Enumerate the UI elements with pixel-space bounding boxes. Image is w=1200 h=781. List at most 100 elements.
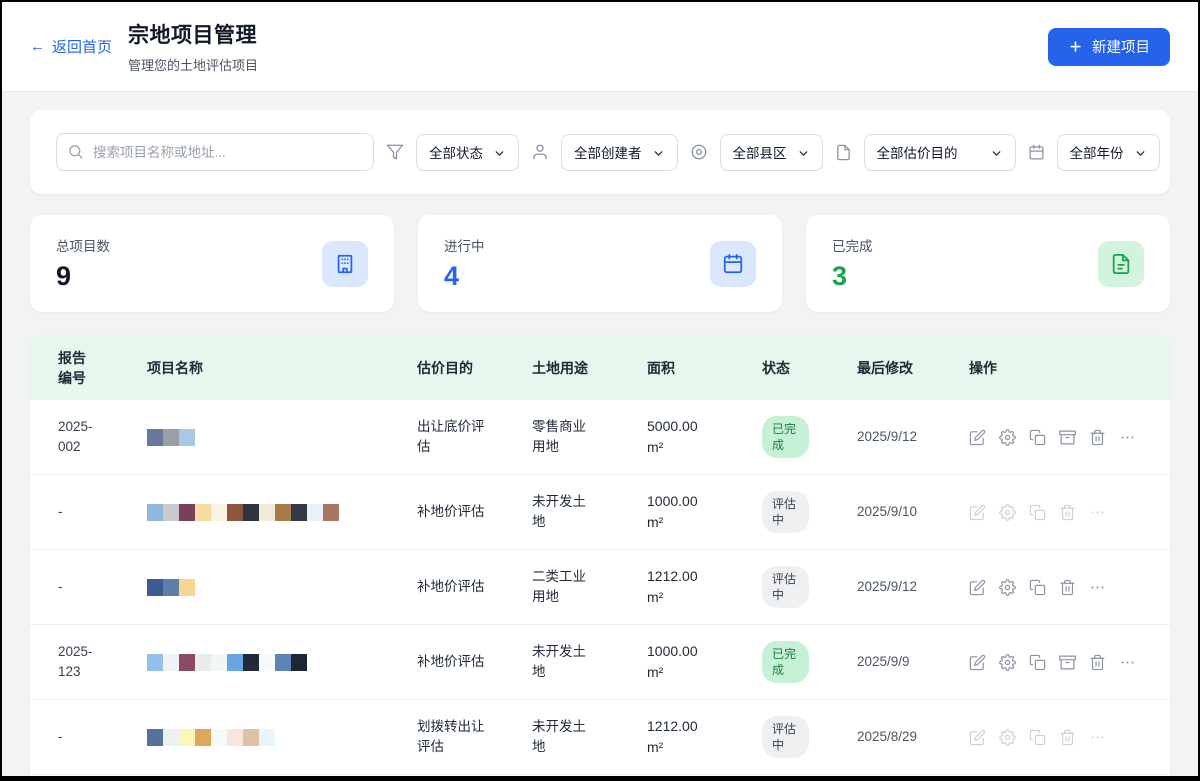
redacted-project-name [147,654,403,671]
copy-icon [1029,579,1046,596]
row-actions [969,504,1170,521]
page-subtitle: 管理您的土地评估项目 [128,55,258,74]
status-filter-select[interactable]: 全部状态 [416,134,519,171]
table-body: 2025-002 出让底价评估 零售商业用地 5000.00 m² 已完成 20… [30,400,1170,775]
delete-button[interactable] [1089,654,1106,671]
edit-icon [969,579,986,596]
edit-icon [969,429,986,446]
delete-trash-icon [1059,504,1076,521]
purpose-filter-value: 全部估价目的 [877,142,958,162]
area-cell: 5000.00 m² [647,416,762,458]
settings-gear-icon [999,654,1016,671]
edit-button[interactable] [969,654,986,671]
copy-button[interactable] [1029,654,1046,671]
name-block [195,504,211,521]
area-unit: m² [647,512,748,533]
last-modified: 2025/9/10 [857,502,969,522]
edit-button[interactable] [969,429,986,446]
name-block [291,504,307,521]
more-button[interactable] [1119,429,1136,446]
project-name-cell [147,579,417,596]
back-link-label: 返回首页 [52,36,112,57]
land-use: 未开发土地 [532,492,606,533]
district-filter-value: 全部县区 [733,142,787,162]
file-icon [835,144,852,161]
delete-button[interactable] [1059,579,1076,596]
name-block [163,654,179,671]
purpose-filter-select[interactable]: 全部估价目的 [864,134,1016,171]
settings-button[interactable] [999,654,1016,671]
archive-button[interactable] [1059,429,1076,446]
column-header-actions: 操作 [969,358,1170,378]
edit-icon [969,729,986,746]
settings-gear-icon [999,579,1016,596]
filter-funnel-icon [386,143,404,161]
archive-icon [1059,654,1076,671]
chevron-down-icon [493,147,506,160]
name-block [147,654,163,671]
name-block [243,729,259,746]
project-name-cell [147,654,417,671]
filter-bar: 全部状态 全部创建者 全部县区 全部估价目的 [30,110,1170,194]
edit-button [969,504,986,521]
valuation-purpose: 划拨转出让评估 [417,717,505,758]
copy-button[interactable] [1029,429,1046,446]
more-button[interactable] [1089,579,1106,596]
chevron-down-icon [1134,147,1147,160]
name-block [163,729,179,746]
stat-card-in-progress: 进行中 4 [418,215,782,312]
edit-button[interactable] [969,579,986,596]
status-badge: 评估中 [762,716,809,758]
projects-table: 报告编号 项目名称 估价目的 土地用途 面积 状态 最后修改 操作 2025-0… [30,336,1170,776]
row-actions [969,729,1170,746]
name-block [195,654,211,671]
name-block [227,729,243,746]
status-filter-value: 全部状态 [429,142,483,162]
name-block [195,729,211,746]
table-row: 2025-002 出让底价评估 零售商业用地 5000.00 m² 已完成 20… [30,400,1170,475]
file-text-icon [1098,241,1144,287]
name-block [275,654,291,671]
copy-button[interactable] [1029,579,1046,596]
year-filter-select[interactable]: 全部年份 [1057,134,1160,171]
delete-button [1059,729,1076,746]
column-header-report-no: 报告编号 [58,348,108,389]
valuation-purpose: 出让底价评估 [417,417,505,458]
settings-button[interactable] [999,429,1016,446]
status-badge: 评估中 [762,566,809,608]
settings-button[interactable] [999,579,1016,596]
more-ellipsis-icon [1089,729,1106,746]
more-ellipsis-icon [1089,579,1106,596]
settings-button [999,729,1016,746]
search-input[interactable] [56,133,374,171]
name-block [211,504,227,521]
delete-trash-icon [1089,654,1106,671]
name-block [227,654,243,671]
column-header-status: 状态 [762,358,857,378]
valuation-purpose: 补地价评估 [417,577,505,597]
more-button[interactable] [1119,654,1136,671]
more-ellipsis-icon [1089,504,1106,521]
archive-icon [1059,429,1076,446]
area-cell: 1000.00 m² [647,641,762,683]
land-use: 未开发土地 [532,642,606,683]
copy-icon [1029,729,1046,746]
column-header-project-name: 项目名称 [147,358,417,378]
redacted-project-name [147,729,403,746]
calendar-icon [1028,144,1045,161]
creator-filter-select[interactable]: 全部创建者 [561,134,678,171]
valuation-purpose: 补地价评估 [417,652,505,672]
new-project-button[interactable]: 新建项目 [1048,28,1170,66]
row-actions [969,579,1170,596]
back-link[interactable]: ← 返回首页 [30,36,112,57]
delete-button[interactable] [1089,429,1106,446]
table-row: - 补地价评估 二类工业用地 1212.00 m² 评估中 2025/9/12 [30,550,1170,625]
archive-button[interactable] [1059,654,1076,671]
user-icon [531,143,549,161]
creator-filter-value: 全部创建者 [574,142,642,162]
area-unit: m² [647,587,748,608]
status-cell: 评估中 [762,491,857,533]
district-filter-select[interactable]: 全部县区 [720,134,823,171]
stats-row: 总项目数 9 进行中 4 已完成 3 [30,215,1170,312]
status-badge: 已完成 [762,416,809,458]
